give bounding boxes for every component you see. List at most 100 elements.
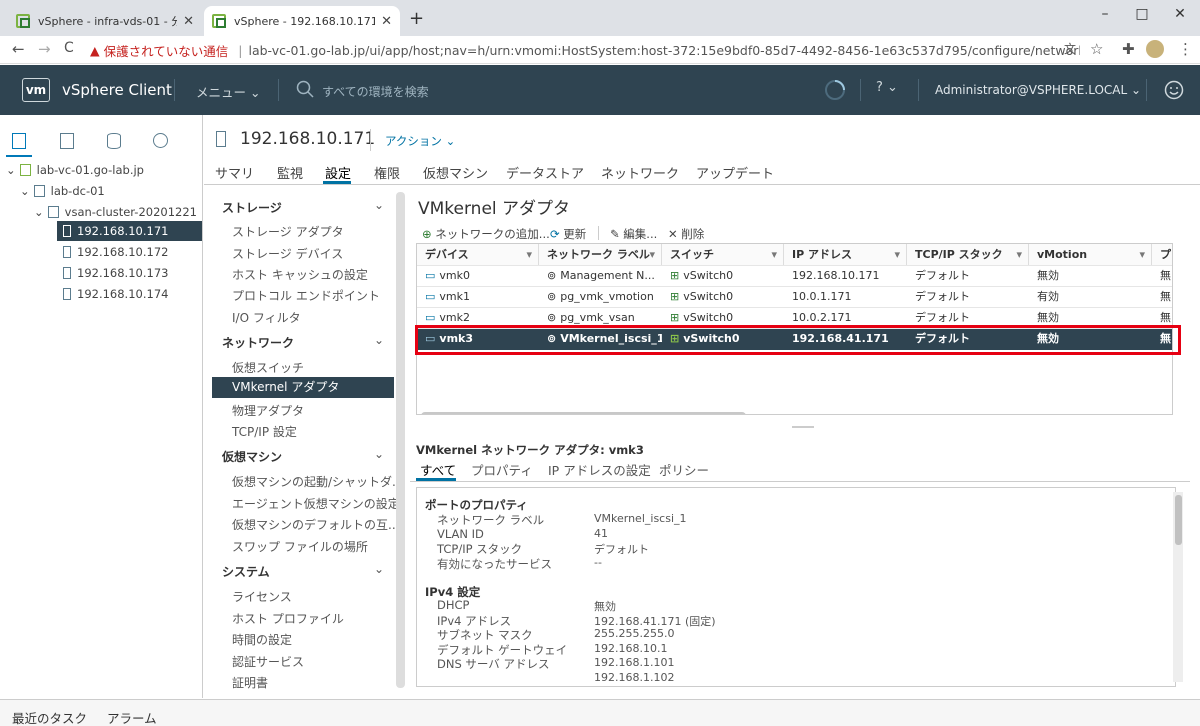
table-horizontal-scrollbar[interactable] [421,412,746,414]
global-search-input[interactable]: すべての環境を検索 [322,83,429,100]
tab-summary[interactable]: サマリ [215,163,254,182]
alarms-tab[interactable]: アラーム [107,708,157,726]
new-tab-button[interactable]: + [409,8,424,29]
tab-permissions[interactable]: 権限 [374,163,400,182]
group-system[interactable]: システム [222,563,270,580]
chevron-down-icon[interactable]: ⌄ [374,198,384,212]
details-tab-all[interactable]: すべて [420,460,456,479]
vms-templates-view-icon[interactable] [60,133,74,149]
tree-item-host-174[interactable]: 192.168.10.174 [57,284,202,304]
tree-item-cluster[interactable]: ⌄ vsan-cluster-20201221 [34,202,202,222]
nav-vmkernel-adapters[interactable]: VMkernel アダプタ [212,377,394,398]
reload-icon[interactable]: C [64,40,74,56]
translate-icon[interactable]: 文 [1064,40,1076,57]
browser-tab-vmkernel[interactable]: vSphere - 192.168.10.171 - VMke ✕ [204,6,400,36]
nav-virtual-switches[interactable]: 仮想スイッチ [232,359,304,376]
chevron-down-icon[interactable]: ⌄ [20,184,30,198]
tab-datastores[interactable]: データストア [506,163,584,182]
edit-button[interactable]: ✎ 編集... [610,226,657,242]
column-header-network-label[interactable]: ネットワーク ラベル ▾ [539,244,662,265]
nav-default-vm-compat[interactable]: 仮想マシンのデフォルトの互... [232,516,399,533]
chevron-down-icon[interactable]: ⌄ [374,447,384,461]
close-tab-icon[interactable]: ✕ [381,14,392,29]
maximize-button[interactable]: □ [1122,2,1162,26]
column-header-switch[interactable]: スイッチ ▾ [662,244,784,265]
storage-view-icon[interactable] [107,133,121,149]
nav-certificate[interactable]: 証明書 [232,674,268,691]
nav-host-profile[interactable]: ホスト プロファイル [232,610,344,627]
settings-nav-scrollbar[interactable] [396,192,405,688]
tree-item-vcenter[interactable]: ⌄ lab-vc-01.go-lab.jp [6,160,202,180]
tab-monitor[interactable]: 監視 [277,163,303,182]
chevron-down-icon[interactable]: ⌄ [34,205,44,219]
forward-icon[interactable]: → [38,40,51,58]
url-field[interactable]: ▲ 保護されていない通信 | lab-vc-01.go-lab.jp/ui/ap… [90,40,1080,60]
close-tab-icon[interactable]: ✕ [183,14,194,29]
nav-storage-adapters[interactable]: ストレージ アダプタ [232,223,344,240]
tab-configure[interactable]: 設定 [325,163,351,182]
details-tab-properties[interactable]: プロパティ [471,460,533,479]
tree-item-datacenter[interactable]: ⌄ lab-dc-01 [20,181,202,201]
menu-dropdown[interactable]: メニュー ⌄ [196,82,260,101]
feedback-smiley-icon[interactable] [1164,80,1184,100]
refresh-button[interactable]: ⟳ 更新 [550,226,586,242]
details-scroll-thumb[interactable] [1175,495,1182,545]
nav-io-filters[interactable]: I/O フィルタ [232,309,301,326]
tab-updates[interactable]: アップデート [696,163,774,182]
group-virtual-machines[interactable]: 仮想マシン [222,448,282,465]
filter-icon[interactable]: ▾ [1016,244,1022,265]
back-icon[interactable]: ← [12,40,25,58]
recent-tasks-tab[interactable]: 最近のタスク [12,708,87,726]
close-window-button[interactable]: ✕ [1160,2,1200,26]
delete-button[interactable]: ✕ 削除 [668,226,704,242]
tree-item-host-172[interactable]: 192.168.10.172 [57,242,202,262]
filter-icon[interactable]: ▾ [1139,244,1145,265]
details-tab-policies[interactable]: ポリシー [659,460,709,479]
splitter-handle[interactable] [792,426,814,428]
actions-menu[interactable]: アクション ⌄ [385,133,455,149]
browser-tab-infra-vds[interactable]: vSphere - infra-vds-01 - 分散ポー ✕ [8,6,202,36]
nav-licensing[interactable]: ライセンス [232,588,292,605]
tree-item-host-171[interactable]: 192.168.10.171 [57,221,202,241]
tab-networks[interactable]: ネットワーク [601,163,679,182]
nav-time-config[interactable]: 時間の設定 [232,631,292,648]
chevron-down-icon[interactable]: ⌄ [374,333,384,347]
column-header-device[interactable]: デバイス ▾ [417,244,539,265]
help-menu[interactable]: ? ⌄ [876,80,898,95]
filter-icon[interactable]: ▾ [771,244,777,265]
nav-tcpip-config[interactable]: TCP/IP 設定 [232,423,297,440]
table-row[interactable]: ▭ vmk0 ⊚ Management N... ⊞ vSwitch0 192.168… [417,265,1172,286]
details-tab-ip-settings[interactable]: IP アドレスの設定 [548,460,651,479]
nav-storage-devices[interactable]: ストレージ デバイス [232,245,343,262]
nav-physical-adapters[interactable]: 物理アダプタ [232,402,304,419]
extensions-icon[interactable]: ✚ [1122,40,1135,58]
bookmark-star-icon[interactable]: ☆ [1090,40,1103,58]
nav-auth-services[interactable]: 認証サービス [232,653,304,670]
filter-icon[interactable]: ▾ [526,244,532,265]
networking-view-icon[interactable] [153,133,168,148]
nav-swap-file-location[interactable]: スワップ ファイルの場所 [232,538,368,555]
column-header-provisioning[interactable]: プ [1152,244,1172,265]
group-networking[interactable]: ネットワーク [222,334,294,351]
profile-avatar[interactable] [1146,40,1164,58]
add-networking-button[interactable]: ⊕ ネットワークの追加... [422,226,550,242]
hosts-clusters-view-icon[interactable] [12,133,26,149]
chevron-down-icon[interactable]: ⌄ [6,163,16,177]
group-storage[interactable]: ストレージ [222,199,282,216]
nav-agent-vm-settings[interactable]: エージェント仮想マシンの設定 [232,495,400,512]
nav-protocol-endpoints[interactable]: プロトコル エンドポイント [232,287,380,304]
column-header-vmotion[interactable]: vMotion ▾ [1029,244,1152,265]
filter-icon[interactable]: ▾ [894,244,900,265]
nav-vm-startup[interactable]: 仮想マシンの起動/シャットダ... [232,473,404,490]
tree-item-host-173[interactable]: 192.168.10.173 [57,263,202,283]
browser-menu-icon[interactable]: ⋮ [1178,40,1193,58]
table-row[interactable]: ▭ vmk1 ⊚ pg_vmk_vmotion ⊞ vSwitch0 10.0.1.1… [417,286,1172,307]
nav-host-cache[interactable]: ホスト キャッシュの設定 [232,266,368,283]
user-menu[interactable]: Administrator@VSPHERE.LOCAL ⌄ [935,83,1141,97]
minimize-button[interactable]: – [1085,2,1125,26]
column-header-ip[interactable]: IP アドレス ▾ [784,244,907,265]
filter-icon[interactable]: ▾ [649,244,655,265]
chevron-down-icon[interactable]: ⌄ [374,562,384,576]
tab-vms[interactable]: 仮想マシン [423,163,488,182]
column-header-tcpip-stack[interactable]: TCP/IP スタック ▾ [907,244,1029,265]
